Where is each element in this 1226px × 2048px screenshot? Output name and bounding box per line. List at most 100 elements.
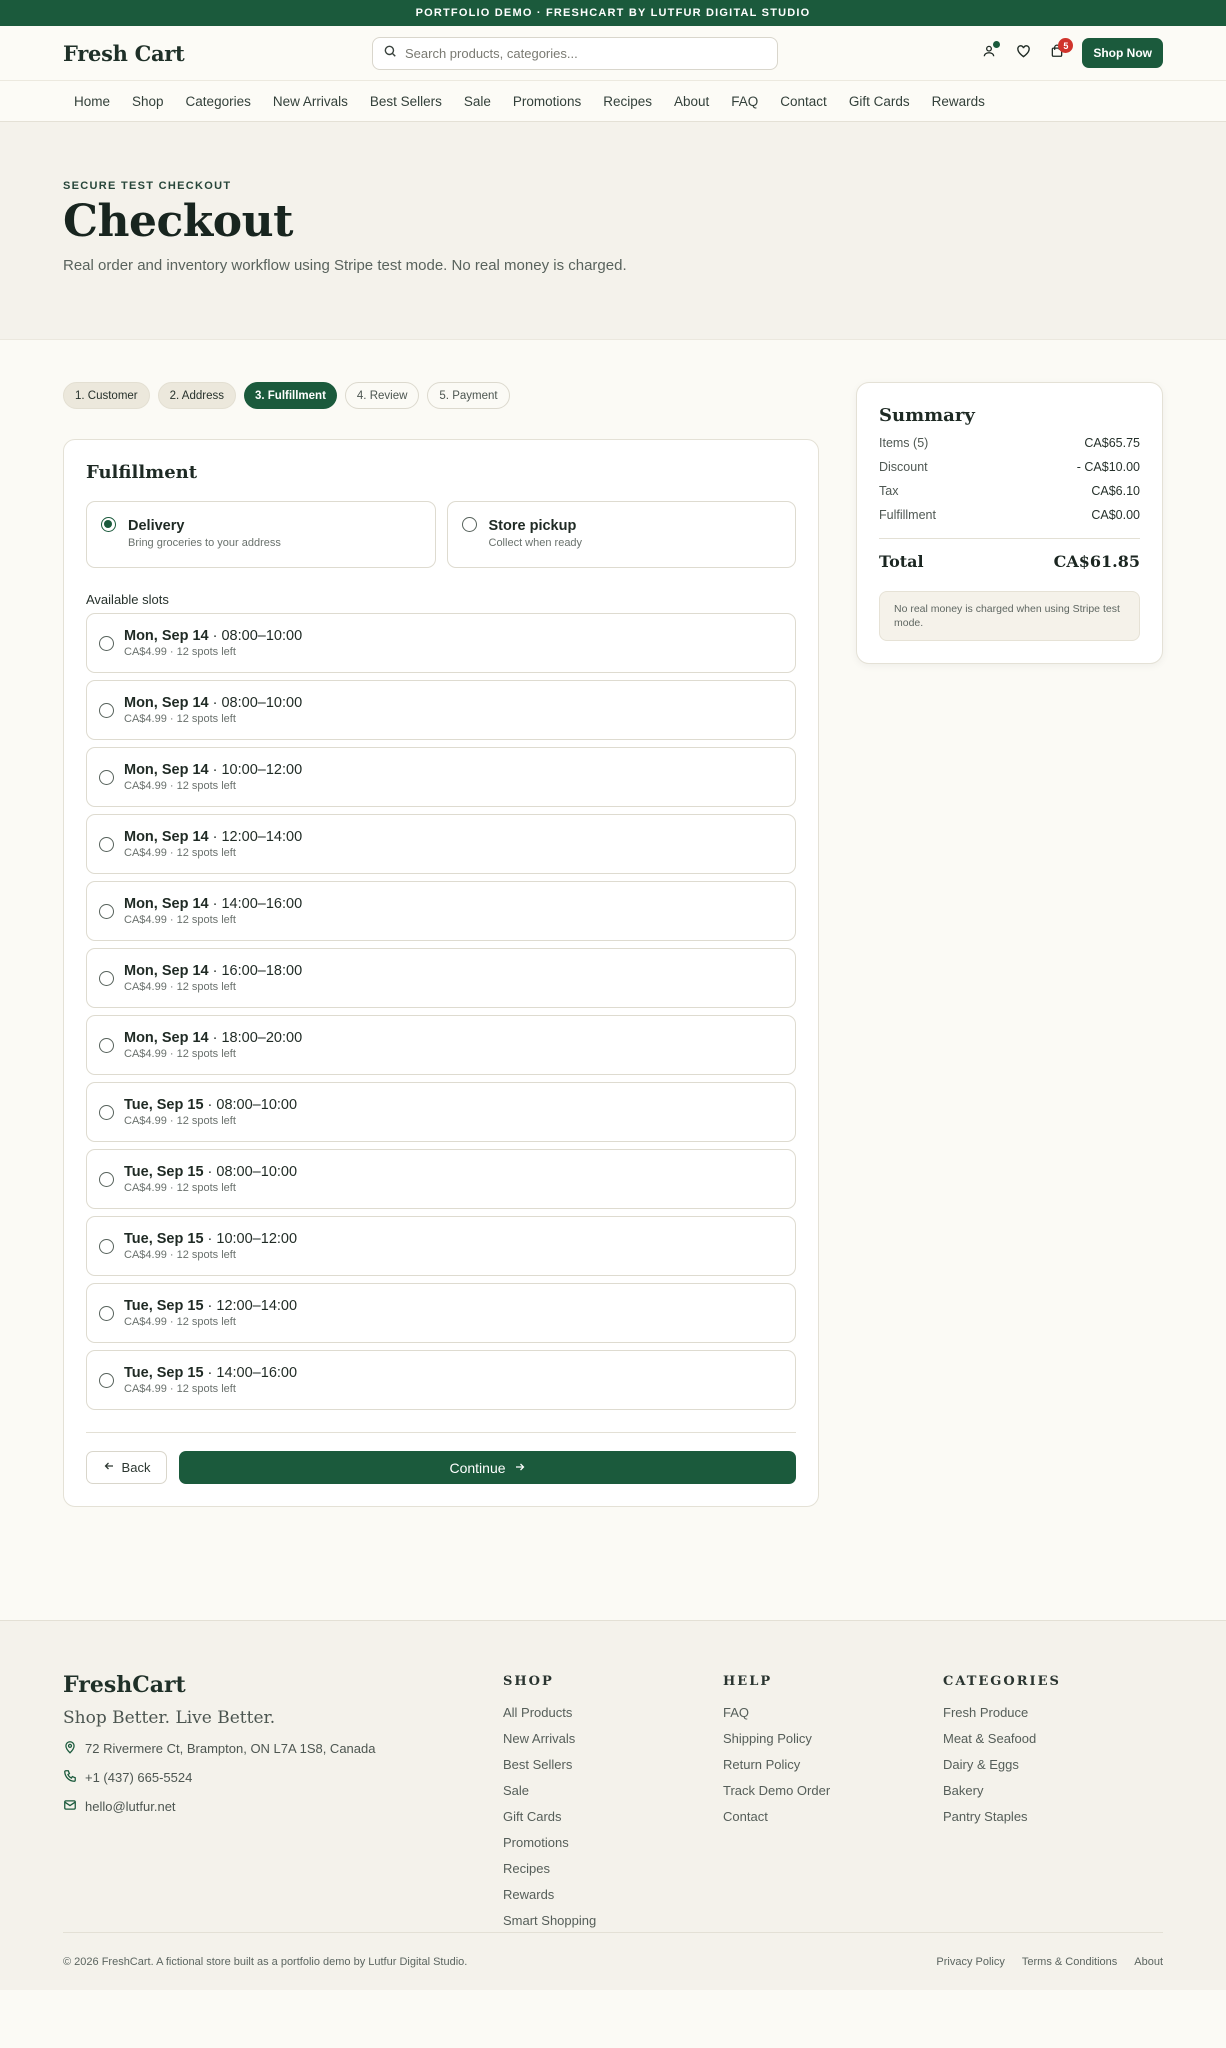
summary-row-fulfillment: Fulfillment CA$0.00 bbox=[879, 508, 1140, 522]
footer-link[interactable]: Best Sellers bbox=[503, 1757, 723, 1772]
privacy-policy-link[interactable]: Privacy Policy bbox=[936, 1956, 1004, 1968]
page-title: Checkout bbox=[63, 196, 293, 247]
step-address[interactable]: 2. Address bbox=[157, 382, 236, 409]
nav-home[interactable]: Home bbox=[63, 94, 121, 109]
slot-radio[interactable] bbox=[99, 836, 114, 852]
nav-best-sellers[interactable]: Best Sellers bbox=[359, 94, 453, 109]
slot-radio[interactable] bbox=[99, 1104, 114, 1120]
step-fulfillment[interactable]: 3. Fulfillment bbox=[243, 382, 337, 409]
slot-day: Mon, Sep 14 bbox=[124, 1030, 209, 1046]
nav-promotions[interactable]: Promotions bbox=[502, 94, 592, 109]
footer-link[interactable]: Recipes bbox=[503, 1861, 723, 1876]
footer-link[interactable]: Track Demo Order bbox=[723, 1783, 943, 1798]
footer-link[interactable]: Gift Cards bbox=[503, 1809, 723, 1824]
slot-option[interactable]: Tue, Sep 15 · 08:00–10:00 CA$4.99 · 12 sp… bbox=[86, 1149, 796, 1209]
footer-email[interactable]: hello@lutfur.net bbox=[63, 1798, 503, 1815]
footer-phone[interactable]: +1 (437) 665-5524 bbox=[63, 1769, 503, 1786]
delivery-option[interactable]: Delivery Bring groceries to your address bbox=[86, 501, 436, 568]
nav-rewards[interactable]: Rewards bbox=[921, 94, 996, 109]
back-button[interactable]: Back bbox=[86, 1451, 167, 1484]
form-actions: Back Continue bbox=[86, 1451, 796, 1484]
footer-link[interactable]: Fresh Produce bbox=[943, 1705, 1163, 1720]
slot-option[interactable]: Tue, Sep 15 · 08:00–10:00 CA$4.99 · 12 sp… bbox=[86, 1082, 796, 1142]
footer-link[interactable]: Bakery bbox=[943, 1783, 1163, 1798]
footer-link[interactable]: All Products bbox=[503, 1705, 723, 1720]
footer-link[interactable]: Contact bbox=[723, 1809, 943, 1824]
footer-link[interactable]: FAQ bbox=[723, 1705, 943, 1720]
slot-option[interactable]: Tue, Sep 15 · 10:00–12:00 CA$4.99 · 12 sp… bbox=[86, 1216, 796, 1276]
nav-new-arrivals[interactable]: New Arrivals bbox=[262, 94, 359, 109]
account-button[interactable] bbox=[972, 36, 1006, 70]
nav-shop[interactable]: Shop bbox=[121, 94, 175, 109]
store-pickup-radio[interactable] bbox=[461, 517, 477, 532]
search-input[interactable] bbox=[405, 45, 767, 61]
slot-radio[interactable] bbox=[99, 635, 114, 651]
slot-details: CA$4.99 · 12 spots left bbox=[124, 1316, 236, 1328]
footer-link[interactable]: Smart Shopping bbox=[503, 1913, 723, 1928]
footer-link[interactable]: Shipping Policy bbox=[723, 1731, 943, 1746]
slot-option[interactable]: Mon, Sep 14 · 12:00–14:00 CA$4.99 · 12 sp… bbox=[86, 814, 796, 874]
slot-radio[interactable] bbox=[99, 1372, 114, 1388]
footer-link[interactable]: Promotions bbox=[503, 1835, 723, 1850]
slot-radio[interactable] bbox=[99, 1238, 114, 1254]
legal-links: Privacy Policy Terms & Conditions About bbox=[936, 1956, 1163, 1968]
slot-day: Mon, Sep 14 bbox=[124, 896, 209, 912]
logo[interactable]: Fresh Cart bbox=[63, 41, 372, 66]
step-customer[interactable]: 1. Customer bbox=[63, 382, 150, 409]
nav-gift-cards[interactable]: Gift Cards bbox=[838, 94, 921, 109]
footer-link[interactable]: Rewards bbox=[503, 1887, 723, 1902]
continue-button[interactable]: Continue bbox=[179, 1451, 796, 1484]
wishlist-button[interactable] bbox=[1006, 36, 1040, 70]
main-nav: Home Shop Categories New Arrivals Best S… bbox=[0, 81, 1226, 122]
slot-option[interactable]: Tue, Sep 15 · 14:00–16:00 CA$4.99 · 12 sp… bbox=[86, 1350, 796, 1410]
slot-radio[interactable] bbox=[99, 903, 114, 919]
slot-option[interactable]: Mon, Sep 14 · 08:00–10:00 CA$4.99 · 12 sp… bbox=[86, 613, 796, 673]
slot-option[interactable]: Mon, Sep 14 · 14:00–16:00 CA$4.99 · 12 sp… bbox=[86, 881, 796, 941]
step-review[interactable]: 4. Review bbox=[344, 382, 420, 409]
slot-day: Mon, Sep 14 bbox=[124, 829, 209, 845]
terms-link[interactable]: Terms & Conditions bbox=[1022, 1956, 1117, 1968]
step-payment[interactable]: 5. Payment bbox=[427, 382, 510, 409]
footer-link[interactable]: Meat & Seafood bbox=[943, 1731, 1163, 1746]
footer-link[interactable]: Dairy & Eggs bbox=[943, 1757, 1163, 1772]
slot-radio[interactable] bbox=[99, 970, 114, 986]
nav-sale[interactable]: Sale bbox=[453, 94, 502, 109]
slot-option[interactable]: Mon, Sep 14 · 18:00–20:00 CA$4.99 · 12 sp… bbox=[86, 1015, 796, 1075]
nav-recipes[interactable]: Recipes bbox=[592, 94, 663, 109]
checkout-main: 1. Customer 2. Address 3. Fulfillment 4.… bbox=[0, 340, 1226, 1620]
store-pickup-option[interactable]: Store pickup Collect when ready bbox=[446, 501, 796, 568]
footer-logo[interactable]: FreshCart bbox=[63, 1672, 503, 1698]
search-box[interactable] bbox=[372, 36, 778, 70]
slot-radio[interactable] bbox=[99, 769, 114, 785]
slot-radio[interactable] bbox=[99, 1037, 114, 1053]
test-mode-note: No real money is charged when using Stri… bbox=[879, 591, 1140, 642]
back-label: Back bbox=[121, 1460, 151, 1475]
nav-categories[interactable]: Categories bbox=[175, 94, 262, 109]
cart-button[interactable]: 5 bbox=[1040, 36, 1074, 70]
slot-option[interactable]: Mon, Sep 14 · 10:00–12:00 CA$4.99 · 12 sp… bbox=[86, 747, 796, 807]
slot-option[interactable]: Mon, Sep 14 · 08:00–10:00 CA$4.99 · 12 sp… bbox=[86, 680, 796, 740]
shop-now-button[interactable]: Shop Now bbox=[1082, 38, 1163, 68]
footer-column-title: CATEGORIES bbox=[943, 1674, 1061, 1689]
mail-icon bbox=[63, 1798, 77, 1815]
delivery-radio[interactable] bbox=[101, 517, 116, 532]
slot-radio[interactable] bbox=[99, 1305, 114, 1321]
slot-option[interactable]: Tue, Sep 15 · 12:00–14:00 CA$4.99 · 12 sp… bbox=[86, 1283, 796, 1343]
slot-details: CA$4.99 · 12 spots left bbox=[124, 713, 236, 725]
footer-link[interactable]: Sale bbox=[503, 1783, 723, 1798]
footer-column-title: HELP bbox=[723, 1674, 773, 1689]
nav-about[interactable]: About bbox=[663, 94, 720, 109]
nav-faq[interactable]: FAQ bbox=[720, 94, 769, 109]
slot-radio[interactable] bbox=[99, 702, 114, 718]
footer-link[interactable]: New Arrivals bbox=[503, 1731, 723, 1746]
about-link[interactable]: About bbox=[1134, 1956, 1163, 1968]
slot-radio[interactable] bbox=[99, 1171, 114, 1187]
slot-time: · 12:00–14:00 bbox=[208, 829, 303, 845]
arrow-left-icon bbox=[103, 1460, 115, 1475]
fulfillment-mode-options: Delivery Bring groceries to your address… bbox=[86, 501, 796, 568]
footer-link[interactable]: Return Policy bbox=[723, 1757, 943, 1772]
nav-contact[interactable]: Contact bbox=[769, 94, 838, 109]
summary-value: - CA$10.00 bbox=[1076, 460, 1140, 474]
footer-link[interactable]: Pantry Staples bbox=[943, 1809, 1163, 1824]
slot-option[interactable]: Mon, Sep 14 · 16:00–18:00 CA$4.99 · 12 sp… bbox=[86, 948, 796, 1008]
